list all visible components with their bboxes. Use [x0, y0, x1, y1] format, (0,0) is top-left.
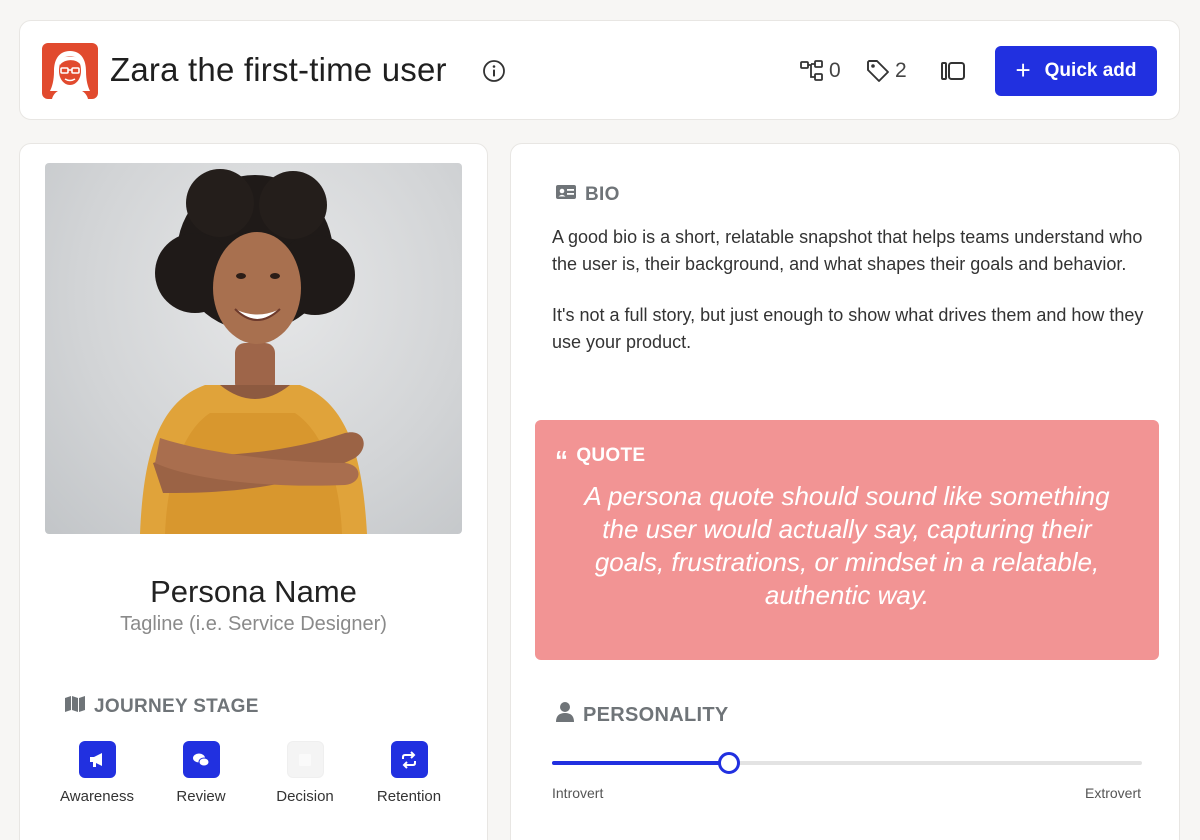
- details-card: BIO A good bio is a short, relatable sna…: [510, 143, 1180, 840]
- persona-header: Zara the first-time user 0 2 + Quick add: [19, 20, 1180, 120]
- persona-avatar-logo: [42, 43, 98, 99]
- slider-thumb[interactable]: [718, 752, 740, 774]
- stage-retention[interactable]: Retention: [357, 741, 461, 805]
- repeat-arrows-icon: [390, 741, 428, 778]
- quote-text: A persona quote should sound like someth…: [584, 481, 1110, 610]
- personality-heading: PERSONALITY: [555, 701, 729, 729]
- connections-count: 0: [829, 59, 841, 82]
- stage-decision[interactable]: Decision: [253, 741, 357, 805]
- info-icon[interactable]: [482, 59, 506, 83]
- hierarchy-icon: [799, 59, 825, 83]
- connections-counter[interactable]: 0: [799, 58, 841, 84]
- person-icon: [555, 701, 575, 729]
- quick-add-label: Quick add: [1044, 60, 1137, 81]
- stage-awareness[interactable]: Awareness: [45, 741, 149, 805]
- square-icon: [286, 741, 324, 778]
- quote-box[interactable]: “ QUOTE A persona quote should sound lik…: [535, 420, 1159, 660]
- slider-max-label: Extrovert: [1084, 785, 1141, 801]
- slider-fill: [552, 761, 729, 765]
- bio-paragraph: It's not a full story, but just enough t…: [552, 305, 1144, 352]
- portrait-photo: [45, 163, 462, 534]
- bio-paragraph: A good bio is a short, relatable snapsho…: [552, 227, 1143, 274]
- personality-slider[interactable]: [552, 752, 1142, 774]
- journey-stages: Awareness Review Decision Retention: [45, 741, 465, 811]
- profile-card: Persona Name Tagline (i.e. Service Desig…: [19, 143, 488, 840]
- id-card-icon: [555, 183, 577, 207]
- tags-counter[interactable]: 2: [865, 58, 907, 84]
- chat-bubbles-icon: [182, 741, 220, 778]
- plus-icon: +: [1015, 55, 1031, 85]
- bio-heading: BIO: [555, 183, 620, 207]
- tag-icon: [865, 58, 891, 84]
- page-title: Zara the first-time user: [110, 51, 447, 88]
- sidebar-panel-icon[interactable]: [939, 59, 967, 83]
- tags-count: 2: [895, 59, 907, 82]
- journey-stage-heading: JOURNEY STAGE: [64, 695, 259, 719]
- slider-min-label: Introvert: [552, 785, 604, 801]
- quote-heading: “ QUOTE: [555, 445, 646, 475]
- persona-tagline[interactable]: Tagline (i.e. Service Designer): [20, 613, 487, 636]
- bio-text[interactable]: A good bio is a short, relatable snapsho…: [552, 224, 1152, 356]
- quote-marks-icon: “: [555, 445, 569, 475]
- map-icon: [64, 695, 86, 719]
- quick-add-button[interactable]: + Quick add: [995, 46, 1157, 96]
- stage-review[interactable]: Review: [149, 741, 253, 805]
- persona-name[interactable]: Persona Name: [20, 574, 487, 610]
- megaphone-icon: [78, 741, 116, 778]
